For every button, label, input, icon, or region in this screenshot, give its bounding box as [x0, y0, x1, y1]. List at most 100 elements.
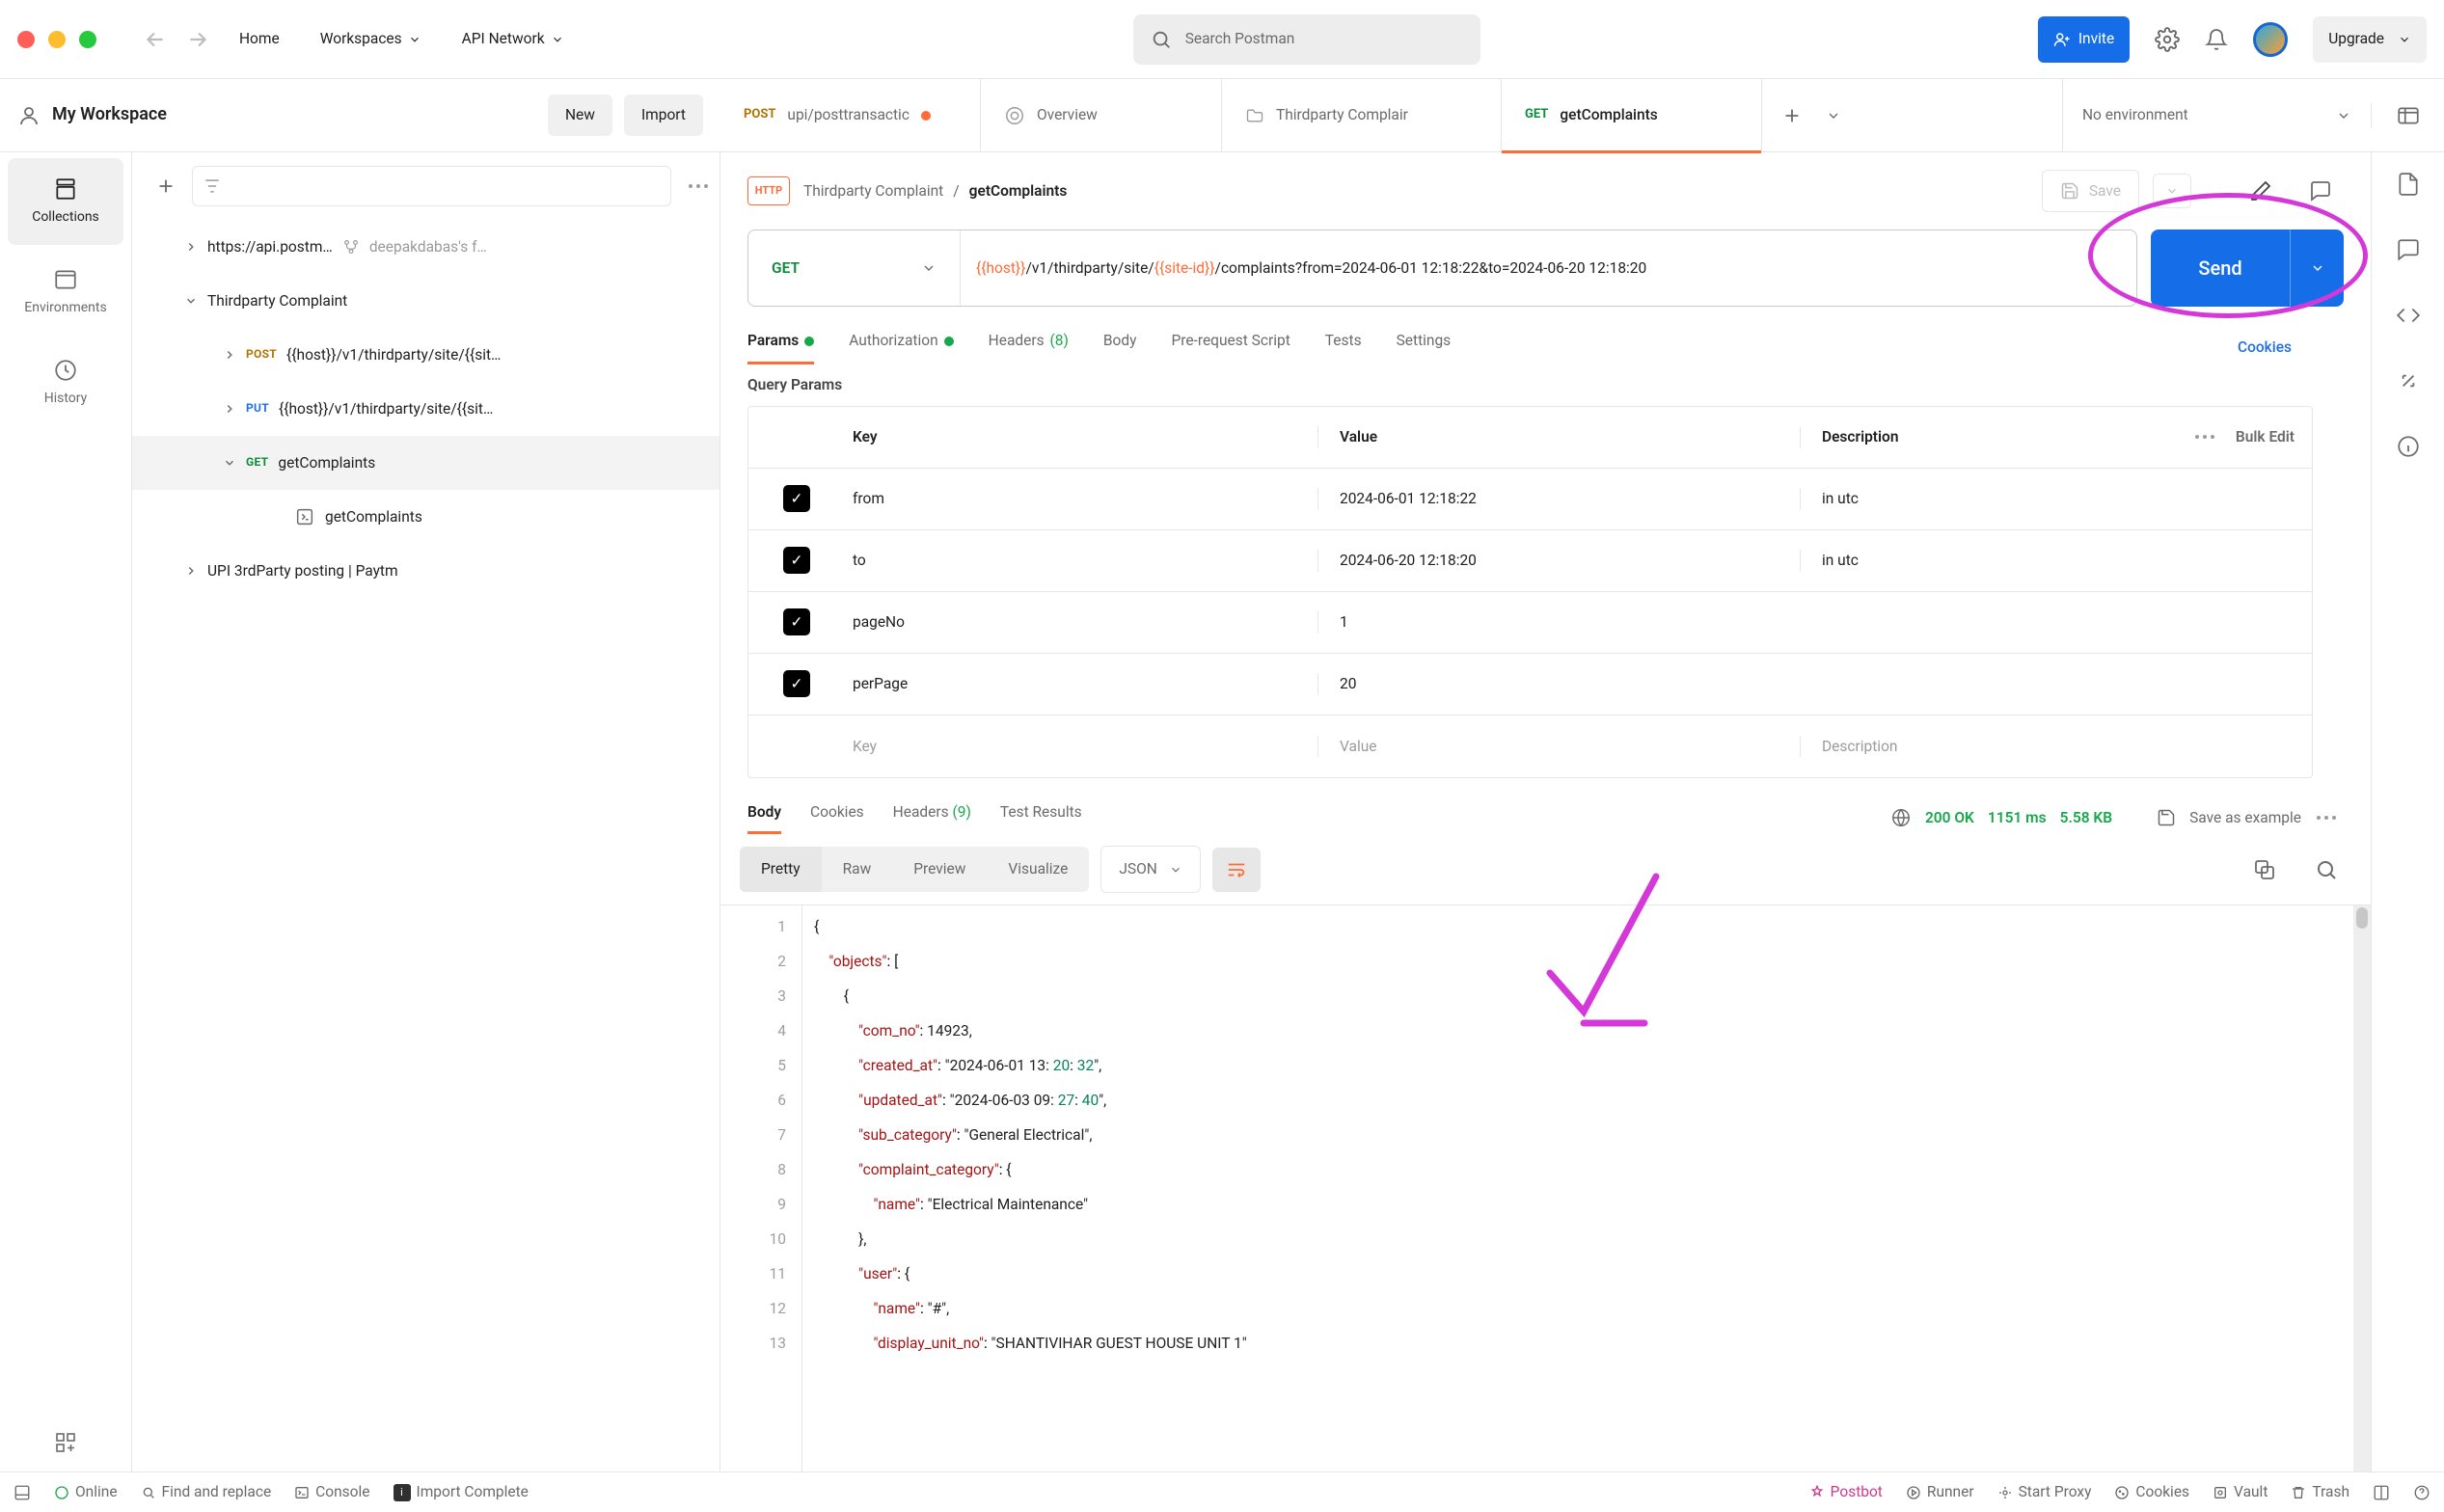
view-pretty[interactable]: Pretty [740, 847, 822, 891]
tab-prerequest[interactable]: Pre-request Script [1171, 330, 1290, 364]
tab-authorization[interactable]: Authorization [849, 330, 953, 364]
nav-workspaces[interactable]: Workspaces [309, 20, 433, 57]
view-raw[interactable]: Raw [822, 847, 893, 891]
new-button[interactable]: New [548, 94, 612, 135]
checkbox-checked[interactable]: ✓ [783, 547, 810, 574]
table-row[interactable]: ✓ to 2024-06-20 12:18:20 in utc [748, 530, 2312, 592]
upgrade-button[interactable]: Upgrade [2313, 16, 2427, 63]
minimize-window[interactable] [48, 31, 66, 48]
table-row-empty[interactable]: Key Value Description [748, 716, 2312, 777]
more-options-icon[interactable] [2193, 433, 2216, 441]
status-runner[interactable]: Runner [1906, 1481, 1974, 1502]
workspace-name[interactable]: My Workspace [52, 102, 167, 127]
resp-tab-headers[interactable]: Headers (9) [893, 801, 971, 834]
two-pane-icon[interactable] [2373, 1484, 2390, 1501]
request-item[interactable]: POST {{host}}/v1/thirdparty/site/{{sit… [132, 328, 720, 382]
copy-icon[interactable] [2253, 858, 2276, 881]
globe-icon[interactable] [1890, 807, 1912, 828]
save-example-button[interactable]: Save as example [2189, 807, 2301, 828]
checkbox-checked[interactable]: ✓ [783, 485, 810, 512]
status-console[interactable]: Console [294, 1481, 369, 1502]
info-icon[interactable] [2396, 434, 2421, 459]
nav-api-network[interactable]: API Network [450, 20, 576, 57]
comments-button[interactable] [2297, 168, 2344, 214]
nav-configure[interactable] [8, 1414, 123, 1472]
method-dropdown[interactable]: GET [748, 230, 961, 306]
code-icon[interactable] [2396, 303, 2421, 328]
breadcrumb[interactable]: Thirdparty Complaint / getComplaints [803, 180, 1067, 202]
save-button[interactable]: Save [2042, 170, 2139, 212]
collection-item[interactable]: UPI 3rdParty posting | Paytm [132, 544, 720, 598]
close-window[interactable] [17, 31, 35, 48]
checkbox-checked[interactable]: ✓ [783, 608, 810, 635]
nav-back[interactable] [143, 27, 168, 52]
search-input[interactable]: Search Postman [1133, 14, 1480, 65]
edit-name-button[interactable] [2238, 168, 2284, 214]
nav-home[interactable]: Home [228, 20, 291, 57]
nav-forward[interactable] [185, 27, 210, 52]
resp-tab-body[interactable]: Body [747, 801, 781, 834]
more-options-icon[interactable] [2315, 814, 2338, 822]
related-icon[interactable] [2396, 368, 2421, 393]
view-preview[interactable]: Preview [892, 847, 987, 891]
wrap-lines-button[interactable] [1212, 848, 1261, 892]
search-icon[interactable] [2315, 858, 2338, 881]
table-row[interactable]: ✓ from 2024-06-01 12:18:22 in utc [748, 469, 2312, 530]
cookies-link[interactable]: Cookies [2238, 337, 2292, 358]
help-icon[interactable] [2413, 1484, 2430, 1501]
save-dropdown[interactable] [2153, 174, 2191, 208]
request-item-selected[interactable]: GET getComplaints [132, 436, 720, 490]
import-button[interactable]: Import [624, 94, 703, 135]
resp-tab-testresults[interactable]: Test Results [1000, 801, 1082, 834]
avatar[interactable] [2253, 22, 2288, 57]
new-tab-icon[interactable] [1781, 105, 1803, 126]
status-vault[interactable]: Vault [2213, 1481, 2267, 1502]
nav-environments[interactable]: Environments [8, 249, 123, 336]
status-postbot[interactable]: Postbot [1809, 1481, 1883, 1502]
add-icon[interactable] [155, 176, 177, 197]
tab-params[interactable]: Params [747, 330, 814, 364]
tab-posttransaction[interactable]: POST upi/posttransactic [720, 79, 981, 152]
env-quicklook[interactable] [2371, 103, 2444, 128]
status-trash[interactable]: Trash [2291, 1481, 2349, 1502]
documentation-icon[interactable] [2396, 172, 2421, 197]
tab-tests[interactable]: Tests [1325, 330, 1362, 364]
more-options-icon[interactable] [687, 182, 710, 190]
format-dropdown[interactable]: JSON [1100, 846, 1200, 892]
invite-button[interactable]: Invite [2038, 16, 2130, 63]
request-item[interactable]: PUT {{host}}/v1/thirdparty/site/{{sit… [132, 382, 720, 436]
table-row[interactable]: ✓ perPage 20 [748, 654, 2312, 716]
comments-icon[interactable] [2396, 237, 2421, 262]
response-body[interactable]: 12345678910111213 { "objects": [ { "com_… [720, 904, 2371, 1472]
url-input[interactable]: {{host}}/v1/thirdparty/site/{{site-id}}/… [961, 230, 2136, 306]
panel-icon[interactable] [14, 1484, 31, 1501]
bulk-edit-link[interactable]: Bulk Edit [2236, 426, 2295, 447]
tab-overview[interactable]: Overview [981, 79, 1222, 152]
collection-item[interactable]: Thirdparty Complaint [132, 274, 720, 328]
tab-headers[interactable]: Headers (8) [989, 330, 1069, 364]
checkbox-checked[interactable]: ✓ [783, 670, 810, 697]
status-import[interactable]: iImport Complete [394, 1481, 529, 1502]
environment-dropdown[interactable]: No environment [2062, 79, 2371, 152]
status-proxy[interactable]: Start Proxy [1997, 1481, 2092, 1502]
notifications-icon[interactable] [2205, 28, 2228, 51]
collection-item[interactable]: https://api.postm… deepakdabas's f… [132, 220, 720, 274]
send-button[interactable]: Send [2151, 230, 2344, 307]
filter-input[interactable] [192, 166, 671, 206]
tab-getcomplaints[interactable]: GET getComplaints [1502, 79, 1762, 152]
send-dropdown[interactable] [2290, 230, 2344, 307]
example-item[interactable]: getComplaints [132, 490, 720, 544]
view-visualize[interactable]: Visualize [987, 847, 1089, 891]
settings-icon[interactable] [2155, 27, 2180, 52]
nav-collections[interactable]: Collections [8, 158, 123, 245]
tab-body[interactable]: Body [1103, 330, 1137, 364]
resp-tab-cookies[interactable]: Cookies [810, 801, 864, 834]
scrollbar[interactable] [2353, 905, 2371, 1472]
status-findreplace[interactable]: Find and replace [141, 1481, 272, 1502]
nav-history[interactable]: History [8, 339, 123, 426]
status-online[interactable]: Online [54, 1481, 118, 1502]
table-row[interactable]: ✓ pageNo 1 [748, 592, 2312, 654]
tabs-chevron-down-icon[interactable] [1826, 108, 1841, 123]
status-cookies[interactable]: Cookies [2114, 1481, 2189, 1502]
zoom-window[interactable] [79, 31, 96, 48]
